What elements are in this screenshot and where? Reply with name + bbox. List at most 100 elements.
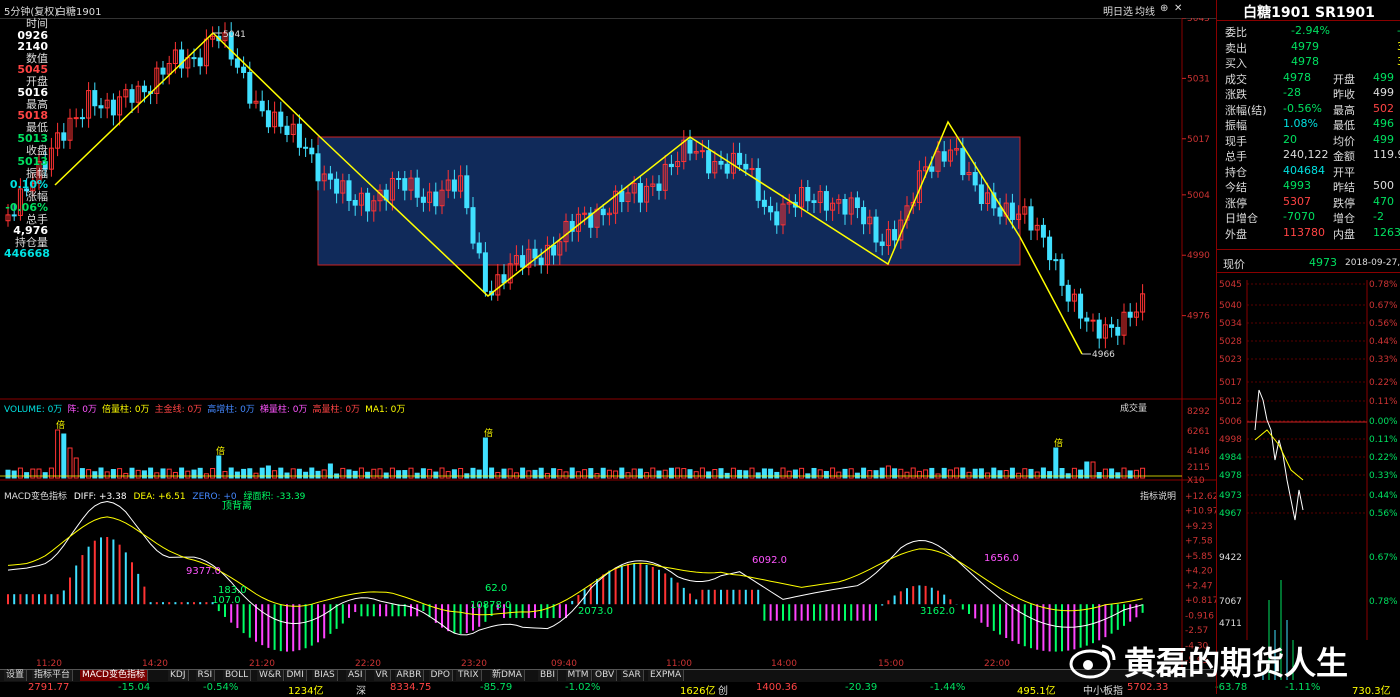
volume-bar (699, 467, 705, 479)
tab-dmi[interactable]: DMI (284, 670, 307, 681)
tab-dma[interactable]: 新DMA (490, 670, 525, 681)
volume-bar (1121, 467, 1127, 479)
quote-row: 今结 4993 昨结 500 (1221, 179, 1400, 194)
mini-left-tick: 5034 (1219, 319, 1242, 329)
volume-bar (290, 468, 296, 479)
volume-bar (166, 468, 172, 479)
candle-body (265, 110, 271, 128)
ticker-item: 创 (718, 686, 728, 697)
now-price-label: 现价 (1223, 258, 1245, 271)
time-tick: 11:00 (666, 659, 692, 669)
now-date: 2018-09-27, (1345, 258, 1400, 268)
ma-button[interactable]: 均线 (1135, 3, 1155, 18)
candle-body (476, 242, 482, 254)
mini-right-tick: 0.78% (1369, 280, 1398, 290)
tab-dpo[interactable]: DPO (428, 670, 453, 681)
period-label[interactable]: 5分钟(复权) (4, 3, 58, 18)
tab-obv[interactable]: OBV (593, 670, 618, 681)
tab-boll[interactable]: BOLL (223, 670, 252, 681)
candle-body (278, 111, 284, 127)
volume-bar (402, 470, 408, 479)
mini-left-tick: 4967 (1219, 509, 1242, 519)
quote-cell: 499 (1373, 86, 1394, 99)
volume-indicator-button[interactable]: 成交量 (1120, 401, 1147, 414)
volume-bar (371, 468, 377, 479)
volume-bar (1133, 469, 1139, 479)
volume-bar (482, 437, 488, 479)
zoom-icon[interactable]: ⊕ (1160, 3, 1168, 14)
ticker-item: -1.44% (930, 682, 966, 693)
tab-bbi[interactable]: BBI (538, 670, 559, 681)
tab-mtm[interactable]: MTM (565, 670, 592, 681)
volume-bar (613, 470, 619, 479)
mini-left-tick: 5017 (1219, 378, 1242, 388)
candle-body (774, 211, 780, 226)
tab-macd[interactable]: MACD变色指标 (80, 670, 148, 681)
volume-bar (712, 469, 718, 479)
candle-body (929, 166, 935, 172)
tab-vr[interactable]: VR (373, 670, 391, 681)
info-value: -0.06% (5, 201, 48, 214)
volume-bar (321, 469, 327, 479)
tab-arbr[interactable]: ARBR (394, 670, 425, 681)
quote-cell: 500 (1373, 179, 1394, 192)
quote-row: 日增仓 -7070 增仓 -2 (1221, 210, 1400, 225)
tab-[interactable]: 指标平台 (32, 670, 74, 681)
volume-bar (303, 471, 309, 479)
ticker-item: -20.39 (845, 682, 878, 693)
low-annotation: 4966 (1092, 350, 1115, 360)
close-icon[interactable]: ✕ (1174, 3, 1182, 14)
tab-expma[interactable]: EXPMA (648, 670, 685, 681)
tab-bias[interactable]: BIAS (312, 670, 338, 681)
volume-bar (656, 470, 662, 479)
macd-tick: +9.23 (1185, 522, 1213, 532)
ticker-item: 中小板指 (1083, 686, 1123, 697)
intraday-mini-chart[interactable]: 5045 5040 5034 5028 5023 5017 5012 5006 4998 4984… (1217, 280, 1400, 680)
volume-bar (396, 470, 402, 479)
quote-cell: 最低 (1333, 119, 1355, 132)
volume-bar (1078, 469, 1084, 479)
macd-tick: +4.20 (1185, 566, 1213, 576)
macd-tick: +0.817 (1185, 596, 1216, 606)
quote-cell: 金额 (1333, 150, 1355, 163)
mini-left-tick: 4978 (1219, 471, 1242, 481)
volume-bar (854, 472, 860, 479)
tomorrow-select-button[interactable]: 明日选 (1103, 3, 1133, 18)
macd-annotation: 10878.0 (470, 600, 511, 611)
volume-bar (954, 467, 960, 479)
volume-bar (197, 467, 203, 479)
volume-bar (1102, 468, 1108, 479)
volume-bar (675, 467, 681, 479)
tab-kdj[interactable]: KDJ (168, 670, 189, 681)
quote-cell: 240,122 (1283, 148, 1329, 161)
tab-rsi[interactable]: RSI (195, 670, 216, 681)
tab-sar[interactable]: SAR (620, 670, 644, 681)
candle-body (637, 183, 643, 203)
candle-body (1059, 259, 1065, 286)
quote-cell: 404684 (1283, 163, 1325, 177)
quote-row: 持仓 404684 开平 (1221, 164, 1400, 179)
tab-wr[interactable]: W&R (257, 670, 285, 681)
candle-body (743, 163, 749, 170)
volume-bar (148, 467, 154, 479)
volume-bar (743, 470, 749, 479)
candle-body (1040, 224, 1046, 238)
main-chart-area[interactable]: 50414966 504550315017500449904976 倍倍倍倍 8… (0, 18, 1216, 669)
weibo-logo-icon (1069, 644, 1116, 679)
mini-left-tick: 5012 (1219, 397, 1242, 407)
quote-title: 白糖1901 SR1901 (1243, 5, 1375, 21)
candle-body (656, 183, 662, 191)
volume-bar (377, 468, 383, 479)
candle-body (619, 190, 625, 203)
tab-asi[interactable]: ASI (346, 670, 366, 681)
volume-bar (861, 467, 867, 479)
ticker-item: -1.02% (565, 682, 601, 693)
indicator-help-button[interactable]: 指标说明 (1140, 489, 1176, 502)
quote-cell: 20 (1283, 132, 1297, 146)
tab-trix[interactable]: TRIX (456, 670, 482, 681)
macd-annotation: 2073.0 (578, 606, 613, 617)
ticker-item: 495.1亿 (1017, 686, 1056, 697)
candle-body (1047, 236, 1053, 261)
tab-[interactable]: 设置 (4, 670, 28, 681)
info-value: 5013 (17, 155, 48, 168)
